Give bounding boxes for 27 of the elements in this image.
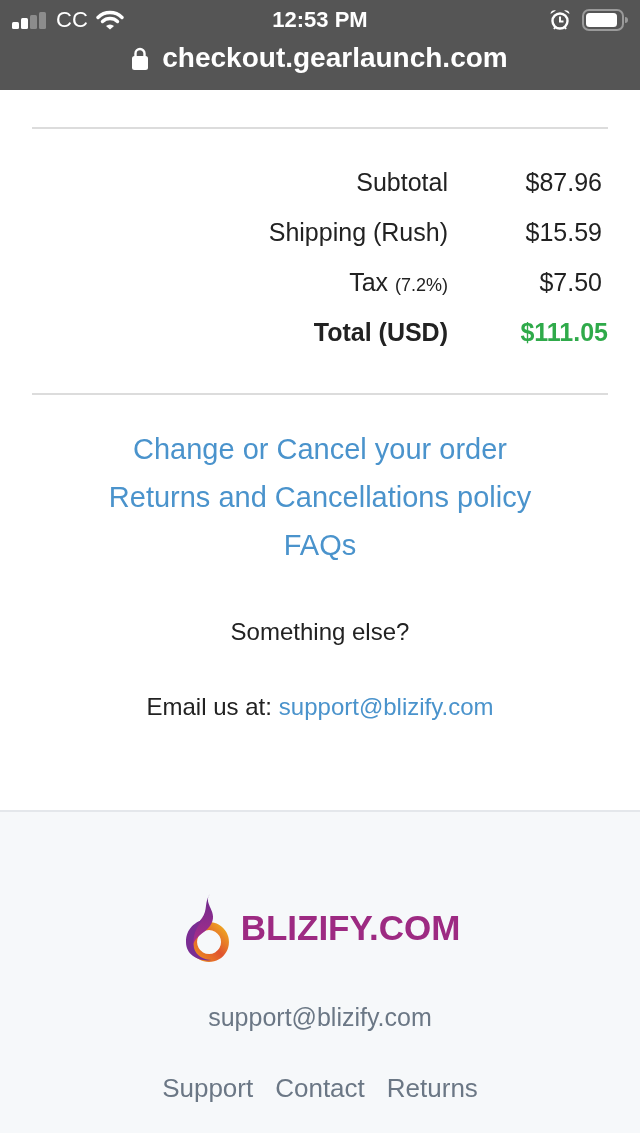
- email-label: Email us at:: [146, 692, 272, 722]
- signal-icon: [12, 11, 48, 29]
- wifi-icon: [95, 10, 124, 30]
- carrier-name: CC: [56, 7, 88, 33]
- alarm-clock-icon: [549, 9, 571, 31]
- total-amount: $87.96: [524, 167, 603, 198]
- grand-total-amount: $111.05: [519, 317, 608, 348]
- clock-time: 12:53 PM: [272, 7, 368, 33]
- footer-email: support@blizify.com: [208, 1002, 432, 1033]
- total-label: Subtotal: [355, 167, 448, 198]
- tax-label: Tax (7.2%): [348, 267, 448, 298]
- support-email-link[interactable]: support@blizify.com: [278, 689, 494, 725]
- help-link[interactable]: FAQs: [283, 521, 357, 569]
- total-amount: $15.59: [524, 217, 603, 248]
- address-bar-url[interactable]: checkout.gearlaunch.com: [162, 42, 508, 74]
- help-question: Something else?: [230, 617, 410, 647]
- help-link[interactable]: Change or Cancel your order: [133, 425, 507, 473]
- total-amount: $7.50: [538, 267, 603, 298]
- lock-icon: [132, 46, 149, 70]
- total-label: Shipping (Rush): [267, 217, 448, 248]
- grand-total-label: Total (USD): [312, 317, 448, 348]
- battery-icon: [582, 9, 628, 31]
- footer-link[interactable]: Returns: [386, 1070, 478, 1106]
- help-link[interactable]: Returns and Cancellations policy: [108, 473, 532, 521]
- footer-link[interactable]: Support: [162, 1070, 254, 1106]
- footer-link[interactable]: Contact: [275, 1070, 365, 1106]
- logo-wordmark: BLIZIFY.COM: [240, 908, 461, 948]
